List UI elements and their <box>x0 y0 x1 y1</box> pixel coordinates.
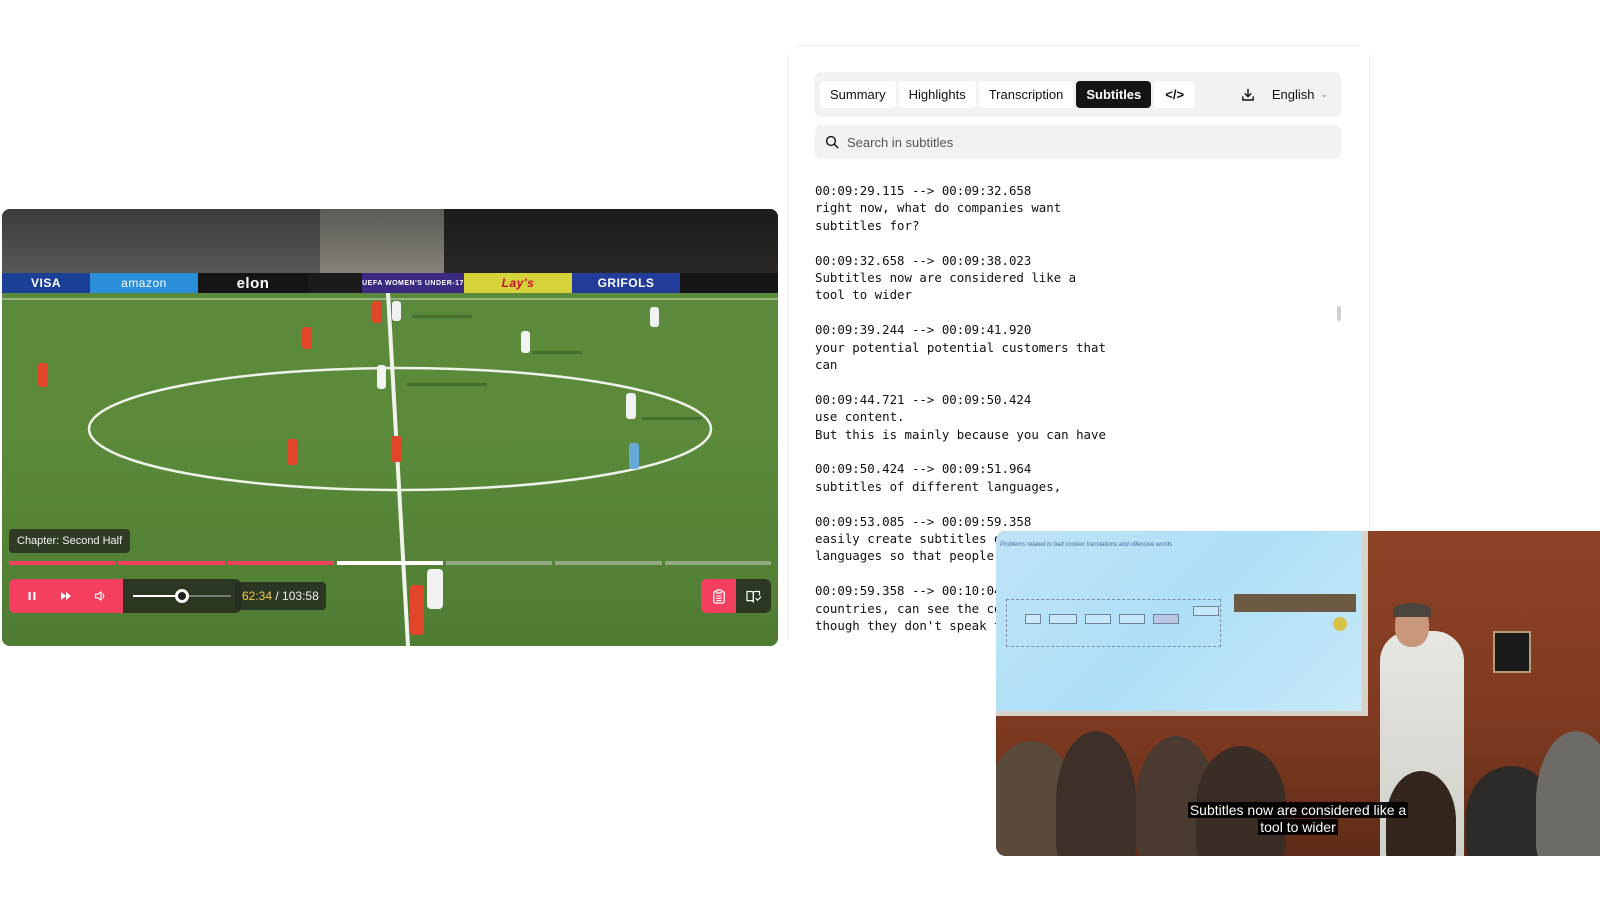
slide-title: Problems related to bad context translat… <box>1000 542 1173 548</box>
seek-bar[interactable] <box>9 561 771 565</box>
slide-note <box>1234 594 1356 612</box>
subtitle-cue[interactable]: 00:09:50.424 --> 00:09:51.964 subtitles o… <box>815 460 1335 495</box>
subtitle-search <box>815 125 1341 159</box>
seek-segment[interactable] <box>118 561 225 565</box>
download-button[interactable] <box>1234 81 1262 108</box>
download-icon <box>1241 88 1254 101</box>
letter-board <box>1493 631 1531 673</box>
ad-boards: VISA amazon elon UEFA WOMEN'S UNDER-17 L… <box>2 273 778 293</box>
chapter-label: Chapter: Second Half <box>9 529 131 553</box>
pip-video[interactable]: Problems related to bad context translat… <box>996 531 1600 856</box>
cue-text: your potential potential customers that … <box>815 339 1106 373</box>
clipboard-list-icon <box>712 588 725 604</box>
volume-handle[interactable] <box>175 589 189 603</box>
subtitle-cue[interactable]: 00:09:44.721 --> 00:09:50.424 use content… <box>815 391 1335 443</box>
fast-forward-button[interactable] <box>49 579 83 613</box>
seek-segment[interactable] <box>336 561 444 565</box>
volume-track[interactable] <box>133 589 231 603</box>
cue-text: use content. But this is mainly because … <box>815 409 1106 442</box>
notes-button[interactable] <box>701 579 736 613</box>
book-check-icon <box>745 590 761 603</box>
burned-in-caption: Subtitles now are considered like a tool… <box>996 802 1600 836</box>
slide-diagram <box>1006 599 1221 647</box>
panel-divider <box>797 45 1360 46</box>
ad-visa: VISA <box>2 273 90 293</box>
tab-subtitles[interactable]: Subtitles <box>1076 81 1152 108</box>
pause-button[interactable] <box>15 579 49 613</box>
scrollbar-thumb[interactable] <box>1337 306 1341 321</box>
speaker-hair <box>1393 603 1431 617</box>
projector-slide: Problems related to bad context translat… <box>996 531 1368 716</box>
ad-adidas: adidas <box>680 273 778 293</box>
cue-text: Subtitles now are considered like a tool… <box>815 270 1077 303</box>
seek-segment[interactable] <box>227 561 334 565</box>
cue-timing: 00:09:50.424 --> 00:09:51.964 <box>815 461 1032 477</box>
cue-timing: 00:09:29.115 --> 00:09:32.658 <box>815 183 1032 198</box>
seek-segment[interactable] <box>9 561 116 565</box>
tab-summary[interactable]: Summary <box>820 81 896 108</box>
cue-timing: 00:09:44.721 --> 00:09:50.424 <box>815 391 1032 407</box>
slide-coin-icon <box>1333 617 1347 631</box>
panel-tabs: Summary Highlights Transcription Subtitl… <box>815 72 1341 117</box>
search-icon <box>825 135 839 149</box>
pause-icon <box>28 592 36 600</box>
ad-lays: Lay's <box>464 273 572 293</box>
volume-slider[interactable] <box>123 579 241 613</box>
cue-text: right now, what do companies want subtit… <box>815 200 1062 233</box>
audience-member <box>1196 746 1286 856</box>
playback-controls <box>9 579 241 613</box>
player-side-buttons <box>701 579 771 613</box>
subtitle-cue[interactable]: 00:09:32.658 --> 00:09:38.023 Subtitles n… <box>815 252 1335 304</box>
total-time: 103:58 <box>282 589 319 603</box>
chevron-down-icon: ⌄ <box>1320 89 1328 99</box>
search-input[interactable] <box>847 134 1327 150</box>
cue-timing: 00:09:39.244 --> 00:09:41.920 <box>815 322 1032 338</box>
seek-segment[interactable] <box>555 561 662 565</box>
cue-text: subtitles of different languages, <box>815 478 1062 494</box>
tab-embed-code[interactable]: </> <box>1154 81 1196 108</box>
seek-segment-progress <box>336 561 444 565</box>
language-select[interactable]: English ⌄ <box>1272 87 1336 102</box>
video-player[interactable]: VISA amazon elon UEFA WOMEN'S UNDER-17 L… <box>2 209 778 646</box>
time-display: 62:34 / 103:58 <box>235 582 326 610</box>
volume-icon <box>94 591 105 601</box>
cue-timing: 00:09:53.085 --> 00:09:59.358 <box>815 513 1032 529</box>
tab-highlights[interactable]: Highlights <box>898 81 976 108</box>
subtitle-cue[interactable]: 00:09:29.115 --> 00:09:32.658 right now, … <box>815 182 1335 234</box>
seek-segment[interactable] <box>664 561 771 565</box>
ad-uefa: UEFA WOMEN'S UNDER-17 <box>362 273 464 293</box>
ad-elon: elon <box>198 273 308 293</box>
ad-amazon: amazon <box>90 273 198 293</box>
current-time: 62:34 <box>242 589 273 603</box>
volume-button[interactable] <box>83 579 117 613</box>
caption-line-1: Subtitles now are considered like a <box>1187 802 1409 818</box>
cue-timing: 00:09:32.658 --> 00:09:38.023 <box>815 252 1032 268</box>
seek-segment[interactable] <box>446 561 553 565</box>
tab-transcription[interactable]: Transcription <box>978 81 1074 108</box>
subtitle-cue[interactable]: 00:09:39.244 --> 00:09:41.920 your potent… <box>815 321 1335 373</box>
playback-buttons <box>9 579 123 613</box>
caption-line-2: tool to wider <box>1258 819 1338 835</box>
ad-grifols: GRIFOLS <box>572 273 680 293</box>
language-value: English <box>1271 87 1315 102</box>
stadium-stands <box>2 209 778 273</box>
time-separator: / <box>272 589 283 603</box>
fast-forward-icon <box>61 592 71 600</box>
chapters-button[interactable] <box>736 579 771 613</box>
